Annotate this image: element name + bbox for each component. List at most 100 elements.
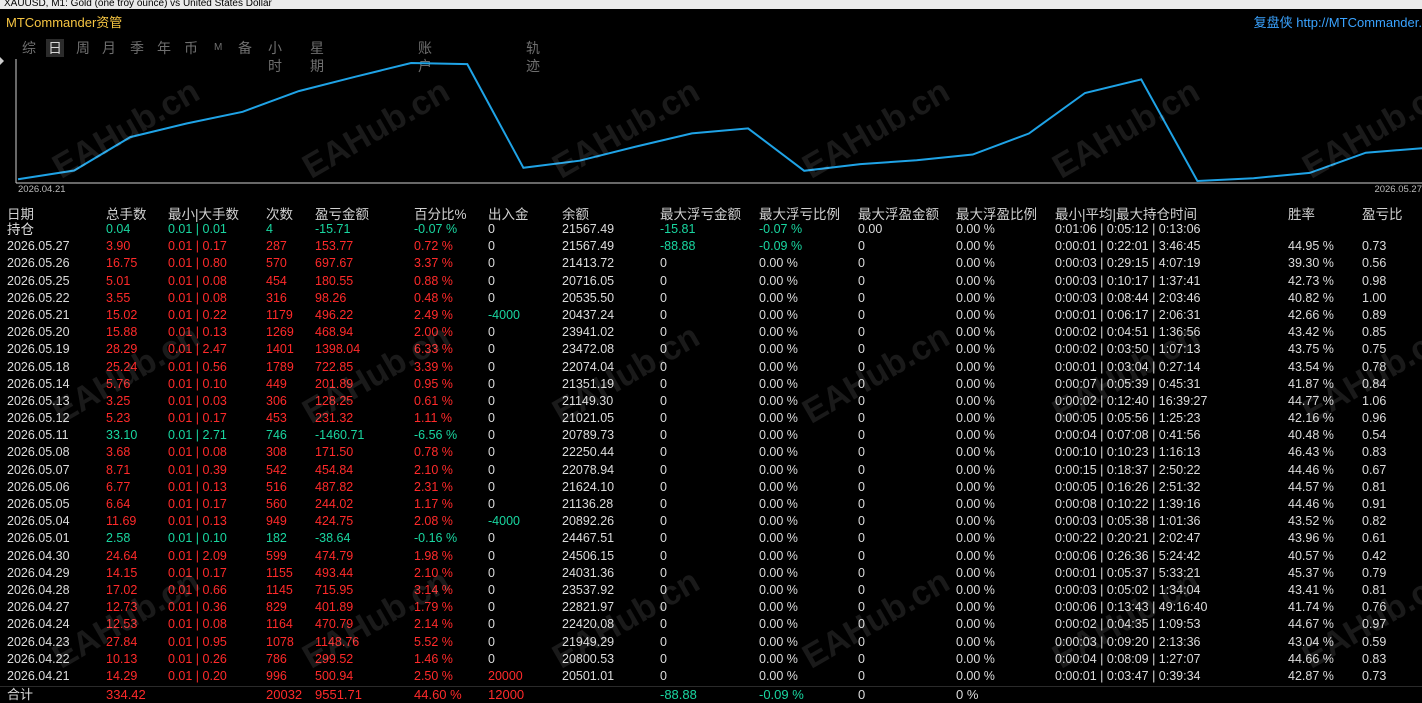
cell-minmax: 0.01 | 2.09	[168, 548, 227, 563]
table-row[interactable]: 2026.05.19 28.29 0.01 | 2.47 1401 1398.04 6.3…	[0, 341, 1422, 358]
table-row[interactable]: 2026.05.05 6.64 0.01 | 0.17 560 244.02 1.17 %…	[0, 496, 1422, 513]
cell-maxfl: 0	[660, 600, 667, 615]
cell-win: 39.30 %	[1288, 256, 1334, 271]
table-row[interactable]: 2026.05.07 8.71 0.01 | 0.39 542 454.84 2.10 %…	[0, 462, 1422, 479]
cell-time: 0:00:02 | 0:12:40 | 16:39:27	[1055, 393, 1208, 408]
tab-4[interactable]: 季	[130, 39, 144, 57]
table-row[interactable]: 2026.04.29 14.15 0.01 | 0.17 1155 493.44 2.10…	[0, 565, 1422, 582]
cell-maxflp: 0.00 %	[759, 531, 798, 546]
table-row[interactable]: 2026.05.04 11.69 0.01 | 0.13 949 424.75 2.08 …	[0, 513, 1422, 530]
cell-time: 0:00:05 | 0:16:26 | 2:51:32	[1055, 479, 1201, 494]
cell-pct: 3.39 %	[414, 359, 453, 374]
cell-lots: 12.53	[106, 617, 138, 632]
tab-8[interactable]: 备	[238, 39, 252, 57]
total-flow: 12000	[488, 687, 525, 702]
tab-2[interactable]: 周	[76, 39, 90, 57]
cell-pf: 0.85	[1362, 325, 1387, 340]
table-row[interactable]: 2026.05.14 5.76 0.01 | 0.10 449 201.89 0.95 %…	[0, 376, 1422, 393]
tab-7[interactable]: M	[214, 39, 222, 57]
table-row[interactable]: 2026.05.08 3.68 0.01 | 0.08 308 171.50 0.78 %…	[0, 444, 1422, 461]
table-row[interactable]: 2026.04.21 14.29 0.01 | 0.20 996 500.94 2.50 …	[0, 668, 1422, 685]
column-header-minmax[interactable]: 最小|大手数	[168, 203, 239, 223]
cell-count: 746	[266, 428, 287, 443]
cell-win: 43.96 %	[1288, 531, 1334, 546]
table-row[interactable]: 2026.05.18 25.24 0.01 | 0.56 1789 722.85 3.39…	[0, 359, 1422, 376]
cell-maxfpp: 0.00 %	[956, 651, 995, 666]
column-header-flow[interactable]: 出入金	[488, 203, 529, 223]
cell-balance: 24031.36	[562, 565, 615, 580]
cell-maxfl: 0	[660, 256, 667, 271]
cell-pct: 2.31 %	[414, 479, 453, 494]
cell-maxflp: 0.00 %	[759, 359, 798, 374]
cell-date: 2026.05.12	[7, 411, 70, 426]
tab-0[interactable]: 综	[22, 39, 36, 57]
table-row[interactable]: 2026.04.30 24.64 0.01 | 2.09 599 474.79 1.98 …	[0, 548, 1422, 565]
table-row[interactable]: 2026.05.21 15.02 0.01 | 0.22 1179 496.22 2.49…	[0, 307, 1422, 324]
table-row[interactable]: 2026.05.20 15.88 0.01 | 0.13 1269 468.94 2.00…	[0, 324, 1422, 341]
table-row[interactable]: 2026.05.12 5.23 0.01 | 0.17 453 231.32 1.11 %…	[0, 410, 1422, 427]
table-row[interactable]: 2026.04.22 10.13 0.01 | 0.26 786 299.52 1.46 …	[0, 651, 1422, 668]
column-header-lots[interactable]: 总手数	[106, 203, 147, 223]
cell-lots: 33.10	[106, 428, 138, 443]
cell-maxflp: 0.00 %	[759, 307, 798, 322]
cell-pnl: -1460.71	[315, 428, 365, 443]
holding-row[interactable]: 持仓 0.04 0.01 | 0.01 4 -15.71 -0.07 % 0 21567.49…	[0, 221, 1422, 238]
cell-pnl: 153.77	[315, 239, 354, 254]
brand-link[interactable]: 复盘侠 http://MTCommander.	[1254, 12, 1422, 31]
column-header-pct[interactable]: 百分比%	[414, 203, 467, 223]
table-row[interactable]: 2026.05.01 2.58 0.01 | 0.10 182 -38.64 -0.16 …	[0, 530, 1422, 547]
cell-maxfl: 0	[660, 514, 667, 529]
tab-3[interactable]: 月	[102, 39, 116, 57]
cell-win: 41.87 %	[1288, 376, 1334, 391]
cell-minmax: 0.01 | 0.80	[168, 256, 227, 271]
column-header-date[interactable]: 日期	[7, 203, 34, 223]
table-row[interactable]: 2026.04.27 12.73 0.01 | 0.36 829 401.89 1.79 …	[0, 599, 1422, 616]
table-row[interactable]: 2026.04.24 12.53 0.01 | 0.08 1164 470.79 2.14…	[0, 616, 1422, 633]
column-header-pf[interactable]: 盈亏比	[1362, 203, 1403, 223]
cell-maxflp: 0.00 %	[759, 668, 798, 683]
table-row[interactable]: 2026.05.06 6.77 0.01 | 0.13 516 487.82 2.31 %…	[0, 479, 1422, 496]
column-header-time[interactable]: 最小|平均|最大持仓时间	[1055, 203, 1197, 223]
cell-maxfl: 0	[660, 497, 667, 511]
table-row[interactable]: 2026.05.26 16.75 0.01 | 0.80 570 697.67 3.37 …	[0, 255, 1422, 272]
table-row[interactable]: 2026.04.23 27.84 0.01 | 0.95 1078 1148.76 5.5…	[0, 634, 1422, 651]
cell-pnl: 474.79	[315, 548, 354, 563]
cell-maxflp: 0.00 %	[759, 634, 798, 649]
table-row[interactable]: 2026.05.11 33.10 0.01 | 2.71 746 -1460.71 -6.…	[0, 427, 1422, 444]
cell-maxfl: 0	[660, 342, 667, 357]
cell-maxfpp: 0.00 %	[956, 256, 995, 271]
table-row[interactable]: 2026.05.27 3.90 0.01 | 0.17 287 153.77 0.72 %…	[0, 238, 1422, 255]
cell-balance: 20716.05	[562, 273, 615, 288]
table-row[interactable]: 2026.05.13 3.25 0.01 | 0.03 306 128.25 0.61 %…	[0, 393, 1422, 410]
column-header-count[interactable]: 次数	[266, 203, 293, 223]
table-row[interactable]: 2026.05.22 3.55 0.01 | 0.08 316 98.26 0.48 % 0…	[0, 290, 1422, 307]
column-header-maxfp[interactable]: 最大浮盈金额	[858, 203, 939, 223]
cell-lots: 10.13	[106, 651, 138, 666]
cell-flow: 0	[488, 565, 495, 580]
cell-maxfpp: 0.00 %	[956, 290, 995, 305]
tab-5[interactable]: 年	[157, 39, 171, 57]
table-row[interactable]: 2026.05.25 5.01 0.01 | 0.08 454 180.55 0.88 %…	[0, 273, 1422, 290]
cell-maxflp: 0.00 %	[759, 600, 798, 615]
tab-6[interactable]: 币	[184, 39, 198, 57]
tab-1[interactable]: 日	[46, 39, 64, 57]
cell-pf: 0.83	[1362, 651, 1387, 666]
column-header-maxfpp[interactable]: 最大浮盈比例	[956, 203, 1037, 223]
cell-maxfpp: 0.00 %	[956, 393, 995, 408]
cell-win: 44.66 %	[1288, 651, 1334, 666]
cell-maxfp: 0	[858, 290, 865, 305]
cell-maxfp: 0	[858, 565, 865, 580]
cell-pf: 0.98	[1362, 273, 1387, 288]
column-header-maxflp[interactable]: 最大浮亏比例	[759, 203, 840, 223]
cell-maxfpp: 0.00 %	[956, 307, 995, 322]
column-header-balance[interactable]: 余额	[562, 203, 589, 223]
cell-pnl: 171.50	[315, 445, 354, 460]
table-row[interactable]: 2026.04.28 17.02 0.01 | 0.66 1145 715.95 3.14…	[0, 582, 1422, 599]
column-header-win[interactable]: 胜率	[1288, 203, 1315, 223]
cell-count: 306	[266, 393, 287, 408]
column-header-maxfl[interactable]: 最大浮亏金额	[660, 203, 741, 223]
cell-pf: 0.91	[1362, 497, 1387, 511]
column-header-pnl[interactable]: 盈亏金额	[315, 203, 369, 223]
cell-lots: 15.02	[106, 307, 138, 322]
cell-pnl: 180.55	[315, 273, 354, 288]
